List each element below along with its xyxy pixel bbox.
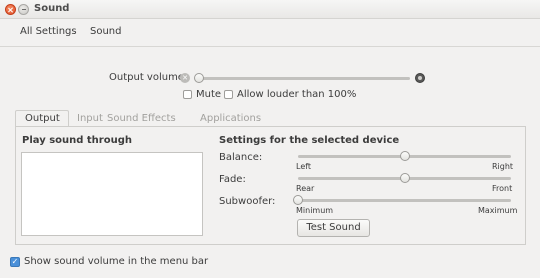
fade-min-label: Rear: [296, 184, 315, 193]
tab-output[interactable]: Output: [25, 113, 60, 124]
allow-louder-label: Allow louder than 100%: [237, 89, 357, 100]
output-volume-knob[interactable]: [194, 73, 204, 83]
fade-knob[interactable]: [399, 173, 410, 183]
window-title: Sound: [34, 3, 70, 14]
allow-louder-checkbox[interactable]: [224, 90, 233, 99]
title-bar: Sound: [0, 0, 540, 19]
output-device-list[interactable]: [21, 152, 203, 236]
balance-label: Balance:: [219, 152, 263, 163]
fade-label: Fade:: [219, 174, 246, 185]
fade-max-label: Front: [492, 184, 513, 193]
tab-input[interactable]: Input: [77, 113, 103, 124]
output-volume-label: Output volume:: [109, 72, 188, 83]
subwoofer-slider[interactable]: [298, 199, 511, 202]
subwoofer-knob[interactable]: [293, 195, 303, 205]
subwoofer-min-label: Minimum: [296, 206, 334, 215]
mute-label: Mute: [196, 89, 222, 100]
tab-sound-effects[interactable]: Sound Effects: [107, 113, 176, 124]
sound-settings-window: Sound All Settings Sound Output volume: …: [0, 0, 540, 278]
all-settings-button[interactable]: All Settings: [20, 26, 77, 37]
sound-breadcrumb-button[interactable]: Sound: [90, 26, 122, 37]
show-in-menubar-label: Show sound volume in the menu bar: [24, 256, 209, 267]
subwoofer-max-label: Maximum: [478, 206, 518, 215]
speaker-muted-icon[interactable]: ✕: [180, 73, 190, 83]
subwoofer-label: Subwoofer:: [219, 196, 276, 207]
balance-min-label: Left: [296, 162, 312, 171]
minimize-icon[interactable]: [18, 4, 29, 15]
toolbar: All Settings Sound: [0, 19, 540, 47]
speaker-high-icon[interactable]: [415, 73, 425, 83]
play-sound-through-heading: Play sound through: [22, 135, 132, 146]
device-settings-heading: Settings for the selected device: [219, 135, 400, 146]
output-volume-slider[interactable]: [199, 77, 410, 80]
balance-max-label: Right: [492, 162, 514, 171]
close-icon[interactable]: [5, 4, 16, 15]
tab-applications[interactable]: Applications: [200, 113, 261, 124]
balance-knob[interactable]: [399, 151, 410, 161]
test-sound-button[interactable]: Test Sound: [297, 219, 370, 237]
show-in-menubar-checkbox[interactable]: ✓: [10, 257, 20, 267]
mute-checkbox[interactable]: [183, 90, 192, 99]
